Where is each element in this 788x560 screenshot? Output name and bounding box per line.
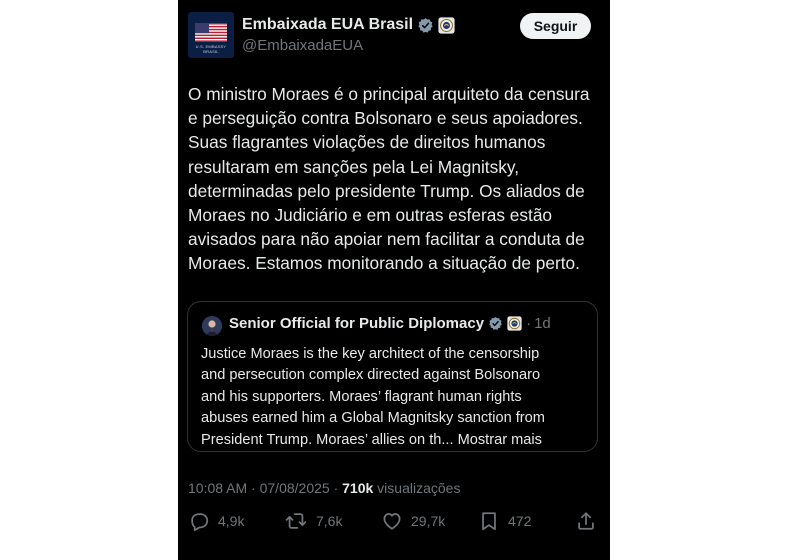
seal-badge-icon xyxy=(507,316,522,331)
account-handle[interactable]: @EmbaixadaEUA xyxy=(242,37,363,54)
quoted-text: Justice Moraes is the key architect of t… xyxy=(201,344,591,451)
quoted-name-row: Senior Official for Public Diplomacy · 1… xyxy=(229,315,551,332)
bookmark-button[interactable]: 472 xyxy=(478,510,531,532)
quoted-timestamp[interactable]: 1d xyxy=(534,315,551,332)
reply-icon xyxy=(191,513,209,532)
repost-button[interactable]: 7,6k xyxy=(284,510,342,532)
account-avatar[interactable]: U.S. EMBASSY BRASIL xyxy=(188,12,234,58)
share-icon xyxy=(578,512,594,530)
post-date[interactable]: 07/08/2025 xyxy=(260,480,330,496)
post-time[interactable]: 10:08 AM xyxy=(188,480,247,496)
share-button[interactable] xyxy=(575,510,597,532)
follow-button[interactable]: Seguir xyxy=(520,13,591,39)
bookmark-count: 472 xyxy=(508,513,532,529)
seal-badge-icon xyxy=(438,16,455,34)
verified-badge-icon xyxy=(417,17,434,34)
quoted-separator: · xyxy=(526,315,532,332)
quoted-avatar[interactable] xyxy=(202,316,222,336)
repost-count: 7,6k xyxy=(316,513,343,529)
verified-badge-icon xyxy=(488,316,503,331)
post-text: O ministro Moraes é o principal arquitet… xyxy=(188,84,590,274)
flag-icon xyxy=(195,23,227,42)
repost-icon xyxy=(285,513,307,529)
meta-separator: · xyxy=(329,480,343,496)
reply-count: 4,9k xyxy=(218,513,245,529)
account-display-name[interactable]: Embaixada EUA Brasil xyxy=(242,16,413,34)
quoted-display-name: Senior Official for Public Diplomacy xyxy=(229,315,485,332)
tweet-card: U.S. EMBASSY BRASIL Embaixada EUA Brasil… xyxy=(178,0,610,560)
views-count: 710k xyxy=(342,480,374,496)
action-bar: 4,9k 7,6k 29,7k 472 xyxy=(178,510,610,538)
reply-button[interactable]: 4,9k xyxy=(188,510,244,532)
like-button[interactable]: 29,7k xyxy=(381,510,445,532)
views-label: visualizações xyxy=(373,480,461,496)
avatar-caption: U.S. EMBASSY BRASIL xyxy=(195,44,227,54)
like-count: 29,7k xyxy=(411,513,446,529)
post-meta: 10:08 AM · 07/08/2025 · 710k visualizaçõ… xyxy=(188,480,460,496)
bookmark-icon xyxy=(482,512,496,531)
quoted-post[interactable]: Senior Official for Public Diplomacy · 1… xyxy=(187,301,598,452)
like-icon xyxy=(383,513,401,530)
show-more-link[interactable]: Mostrar mais xyxy=(458,432,542,448)
meta-separator: · xyxy=(247,480,260,496)
account-name-row: Embaixada EUA Brasil xyxy=(242,16,455,34)
